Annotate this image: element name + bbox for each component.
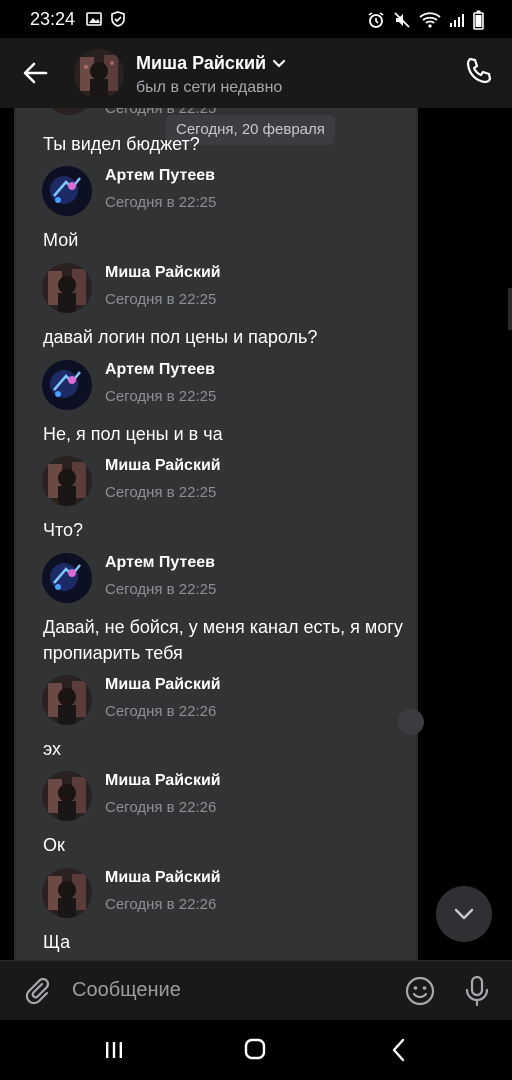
signal-icon [450, 14, 464, 27]
chevron-down-icon [454, 908, 474, 920]
message-time: Сегодня в 22:26 [105, 799, 217, 816]
message-time: Сегодня в 22:25 [105, 388, 217, 405]
status-right-icons [367, 10, 484, 30]
mute-icon [394, 12, 410, 28]
system-navigation-bar [0, 1020, 512, 1080]
contact-status: был в сети недавно [136, 79, 283, 96]
contact-avatar[interactable] [74, 49, 124, 99]
message-header: Миша Райский Сегодня в 22:26 [42, 771, 402, 821]
message-text: Давай, не бойся, у меня канал есть, я мо… [43, 617, 403, 663]
message-time: Сегодня в 22:26 [105, 703, 217, 720]
gallery-icon [86, 12, 102, 26]
message-time: Сегодня в 22:25 [105, 291, 217, 308]
avatar[interactable] [42, 360, 92, 410]
status-time: 23:24 [30, 9, 76, 29]
arrow-left-icon[interactable] [20, 58, 50, 88]
avatar[interactable] [42, 868, 92, 918]
status-bar: 23:24 [0, 0, 512, 38]
message-text: эх [43, 739, 61, 759]
sender-name[interactable]: Артем Путеев [105, 554, 215, 572]
message-input[interactable]: Сообщение [72, 979, 181, 1002]
message-header: Артем Путеев Сегодня в 22:25 [42, 166, 402, 216]
sender-name[interactable]: Миша Райский [105, 457, 221, 475]
back-icon[interactable] [392, 1038, 406, 1062]
message-composer: Сообщение [0, 960, 512, 1021]
avatar[interactable] [42, 456, 92, 506]
status-left-icons [86, 11, 126, 27]
avatar[interactable] [42, 553, 92, 603]
microphone-icon[interactable] [462, 975, 492, 1007]
message-text: Мой [43, 230, 79, 250]
avatar[interactable] [42, 263, 92, 313]
chevron-down-icon [272, 59, 286, 68]
home-icon[interactable] [244, 1038, 266, 1060]
message-header: Миша Райский Сегодня в 22:25 [42, 263, 402, 313]
avatar[interactable] [42, 166, 92, 216]
message-header: Миша Райский Сегодня в 22:26 [42, 675, 402, 725]
recents-icon[interactable] [104, 1041, 124, 1059]
alarm-icon [368, 12, 384, 28]
paperclip-icon[interactable] [22, 975, 52, 1005]
phone-icon[interactable] [464, 56, 494, 86]
chat-header: Миша Райский был в сети недавно [0, 38, 512, 109]
battery-icon [473, 10, 484, 30]
avatar [51, 108, 87, 115]
message-time: Сегодня в 22:25 [105, 484, 217, 501]
message-text: Ща [43, 932, 71, 952]
avatar[interactable] [42, 675, 92, 725]
contact-name-text: Миша Райский [136, 53, 267, 73]
message-time: Сегодня в 22:25 [105, 581, 217, 598]
scroll-indicator[interactable] [398, 709, 424, 735]
message-header: Артем Путеев Сегодня в 22:25 [42, 553, 402, 603]
scroll-down-button[interactable] [436, 886, 492, 942]
sender-name[interactable]: Миша Райский [105, 772, 221, 790]
sender-name[interactable]: Артем Путеев [105, 167, 215, 185]
message-text: Ты видел бюджет? [43, 134, 200, 154]
message-text: Не, я пол цены и в ча [43, 424, 223, 444]
message-time: Сегодня в 22:26 [105, 896, 217, 913]
message-header: Миша Райский Сегодня в 22:26 [42, 868, 402, 918]
avatar[interactable] [42, 771, 92, 821]
message-time: Сегодня в 22:25 [105, 194, 217, 211]
sender-name[interactable]: Миша Райский [105, 676, 221, 694]
message-text: давай логин пол цены и пароль? [43, 327, 318, 347]
shield-icon [111, 11, 125, 27]
scrollbar[interactable] [508, 288, 512, 330]
sender-name[interactable]: Артем Путеев [105, 361, 215, 379]
message-text: Что? [43, 520, 84, 540]
sender-name[interactable]: Миша Райский [105, 264, 221, 282]
message-header: Миша Райский Сегодня в 22:25 [42, 456, 402, 506]
message-history[interactable]: Сегодня в 22:25 Сегодня, 20 февраля Ты в… [0, 108, 512, 960]
contact-name[interactable]: Миша Райский [136, 53, 286, 74]
message-header: Артем Путеев Сегодня в 22:25 [42, 360, 402, 410]
smile-icon[interactable] [404, 975, 436, 1007]
message-text: Ок [43, 835, 65, 855]
wifi-icon [419, 12, 441, 28]
sender-name[interactable]: Миша Райский [105, 869, 221, 887]
